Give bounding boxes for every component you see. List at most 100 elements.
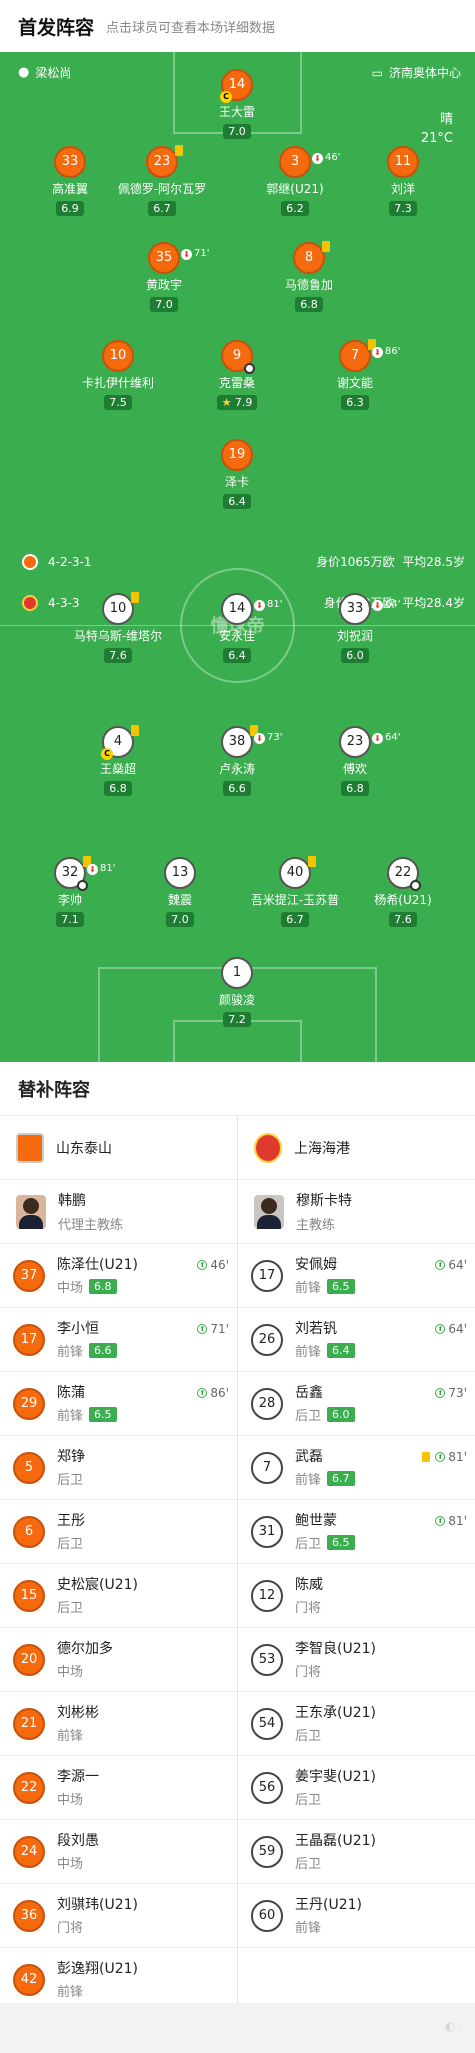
sub-jersey-number: 60 <box>251 1899 283 1932</box>
h-sub-row[interactable]: 37 陈泽仕(U21) 中场 6.8 ⬆ 46' <box>0 1244 237 1308</box>
h-player[interactable]: 11 刘洋 7.3 <box>328 146 475 216</box>
sub-minute-text: 64' <box>448 1322 467 1336</box>
h-player[interactable]: 19 泽卡 6.4 <box>162 439 312 509</box>
jersey-number: 11 <box>394 154 412 169</box>
lineup-header: 首发阵容 点击球员可查看本场详细数据 <box>0 0 475 52</box>
sub-position-row: 中场 <box>57 1661 113 1680</box>
a-player[interactable]: 1 颜骏凌 7.2 <box>162 957 312 1027</box>
jersey-number: 7 <box>350 348 360 363</box>
rating-value: 6.7 <box>153 202 171 215</box>
a-player[interactable]: 33 ⬇ 64' 刘祝润 6.0 <box>280 593 430 663</box>
h-sub-row[interactable]: 6 王彤 后卫 <box>0 1500 237 1564</box>
a-sub-row[interactable]: 59 王晶磊(U21) 后卫 <box>238 1820 475 1884</box>
pitch: 懂球帝 ● 梁松尚 ▭ 济南奥体中心 晴 21°C 4-2-3-1 身价1065… <box>0 52 475 1062</box>
a-sub-row[interactable]: 54 王东承(U21) 后卫 <box>238 1692 475 1756</box>
sub-position-row: 前锋 6.5 <box>295 1277 355 1296</box>
jersey-number: 14 <box>228 77 246 92</box>
player-name: 杨希(U21) <box>374 893 432 907</box>
home-team-crest-icon <box>16 1132 44 1163</box>
sub-position: 前锋 <box>57 1408 84 1424</box>
h-player[interactable]: 7 ⬇ 86' 谢文能 6.3 <box>280 339 430 410</box>
h-sub-row[interactable]: 21 刘彬彬 前锋 <box>0 1692 237 1756</box>
home-value: 身价1065万欧 <box>316 555 395 569</box>
sub-info: 李源一 中场 <box>57 1768 99 1808</box>
player-name: 傅欢 <box>342 762 367 776</box>
player-rating: 6.8 <box>104 781 132 796</box>
jersey-number: 10 <box>109 348 127 363</box>
a-player[interactable]: 23 ⬇ 64' 傅欢 6.8 <box>280 726 430 796</box>
a-sub-row[interactable]: 53 李智良(U21) 门将 <box>238 1628 475 1692</box>
rating-value: 6.9 <box>61 202 79 215</box>
home-team-row[interactable]: 山东泰山 <box>0 1116 237 1180</box>
h-player[interactable]: 23 佩德罗-阿尔瓦罗 6.7 <box>87 145 237 216</box>
h-sub-row[interactable]: 15 史松宸(U21) 后卫 <box>0 1564 237 1628</box>
sub-in-minute: ⬆ 86' <box>197 1386 229 1400</box>
player-name: 泽卡 <box>224 475 249 489</box>
a-player[interactable]: 22 杨希(U21) 7.6 <box>328 857 475 927</box>
venue-name: 济南奥体中心 <box>388 66 461 80</box>
sub-position: 后卫 <box>295 1728 322 1744</box>
jersey-number: 35 <box>155 250 173 265</box>
away-team-row[interactable]: 上海海港 <box>238 1116 475 1180</box>
a-sub-row[interactable]: 60 王丹(U21) 前锋 <box>238 1884 475 1948</box>
home-age: 平均28.5岁 <box>402 555 465 569</box>
a-sub-row[interactable]: 17 安佩姆 前锋 6.5 ⬆ 64' <box>238 1244 475 1308</box>
sub-jersey-number: 54 <box>251 1707 283 1740</box>
jersey-number: 40 <box>286 865 304 880</box>
rating-wrap: 6.7 <box>87 197 237 216</box>
home-coach-name: 韩鹏 <box>58 1193 86 1209</box>
a-sub-row[interactable]: 56 姜宇斐(U21) 后卫 <box>238 1756 475 1820</box>
sub-info: 陈威 门将 <box>295 1576 323 1616</box>
a-sub-row[interactable]: 12 陈威 门将 <box>238 1564 475 1628</box>
sub-name: 德尔加多 <box>57 1640 113 1657</box>
rating-wrap: 6.8 <box>234 293 384 312</box>
h-sub-row[interactable]: 24 段刘愚 中场 <box>0 1820 237 1884</box>
player-rating: 7.6 <box>389 912 417 927</box>
a-sub-row[interactable]: 31 鲍世蒙 后卫 6.5 ⬆ 81' <box>238 1500 475 1564</box>
rating-value: 7.1 <box>61 913 79 926</box>
sub-position-row: 门将 <box>295 1661 376 1680</box>
sub-out-icon: ⬇ <box>372 346 383 358</box>
h-player[interactable]: 14 C 王大雷 7.0 <box>162 69 312 139</box>
sub-minute-text: 64' <box>448 1258 467 1272</box>
sub-jersey-number: 15 <box>13 1579 45 1612</box>
a-sub-row[interactable]: 26 刘若钒 前锋 6.4 ⬆ 64' <box>238 1308 475 1372</box>
rating-wrap: 7.6 <box>328 908 475 927</box>
sub-position: 门将 <box>295 1600 322 1616</box>
sub-name: 王东承(U21) <box>295 1704 376 1721</box>
sub-position: 后卫 <box>57 1472 84 1488</box>
home-coach[interactable]: 韩鹏 代理主教练 <box>0 1180 237 1244</box>
home-subs-column: 山东泰山 韩鹏 代理主教练 37 陈泽仕(U21) 中场 6.8 ⬆ 46' 17 李小恒 前锋 6… <box>0 1116 237 2012</box>
sub-position-row: 前锋 6.6 <box>57 1341 117 1360</box>
h-player[interactable]: 8 马德鲁加 6.8 <box>234 241 384 312</box>
away-coach[interactable]: 穆斯卡特 主教练 <box>238 1180 475 1244</box>
jersey-circle: 35 ⬇ 71' <box>148 242 209 274</box>
rating-value: 7.6 <box>394 913 412 926</box>
h-sub-row[interactable]: 5 郑铮 后卫 <box>0 1436 237 1500</box>
jersey-number: 33 <box>61 154 79 169</box>
h-sub-row[interactable]: 20 德尔加多 中场 <box>0 1628 237 1692</box>
sub-name: 陈蒲 <box>57 1384 85 1401</box>
player-rating: 7.6 <box>104 648 132 663</box>
jersey-number: 23 <box>346 734 364 749</box>
jersey-circle: 13 <box>164 857 196 889</box>
sub-jersey-number: 24 <box>13 1835 45 1868</box>
a-sub-row[interactable]: 7 武磊 前锋 6.7 ⬆ 81' <box>238 1436 475 1500</box>
h-player[interactable]: 35 ⬇ 71' 黄政宇 7.0 <box>89 242 239 312</box>
h-sub-row[interactable]: 29 陈蒲 前锋 6.5 ⬆ 86' <box>0 1372 237 1436</box>
rating-value: 7.0 <box>171 913 189 926</box>
jersey-number: 14 <box>228 601 246 616</box>
sub-position-row: 前锋 6.5 <box>57 1405 117 1424</box>
sub-info: 姜宇斐(U21) 后卫 <box>295 1768 376 1808</box>
sub-in-minute: ⬆ 64' <box>435 1322 467 1336</box>
h-sub-row[interactable]: 36 刘骐玮(U21) 门将 <box>0 1884 237 1948</box>
jersey-circle: 32 ⬇ 81' <box>54 856 115 891</box>
sub-in-minute: ⬆ 81' <box>422 1450 467 1464</box>
a-sub-row[interactable]: 28 岳鑫 后卫 6.0 ⬆ 73' <box>238 1372 475 1436</box>
rating-value: 6.6 <box>228 782 246 795</box>
jersey-circle: 9 <box>221 340 255 374</box>
h-sub-row[interactable]: 22 李源一 中场 <box>0 1756 237 1820</box>
h-sub-row[interactable]: 17 李小恒 前锋 6.6 ⬆ 71' <box>0 1308 237 1372</box>
sub-position: 前锋 <box>295 1280 322 1296</box>
footer <box>0 2003 475 2053</box>
